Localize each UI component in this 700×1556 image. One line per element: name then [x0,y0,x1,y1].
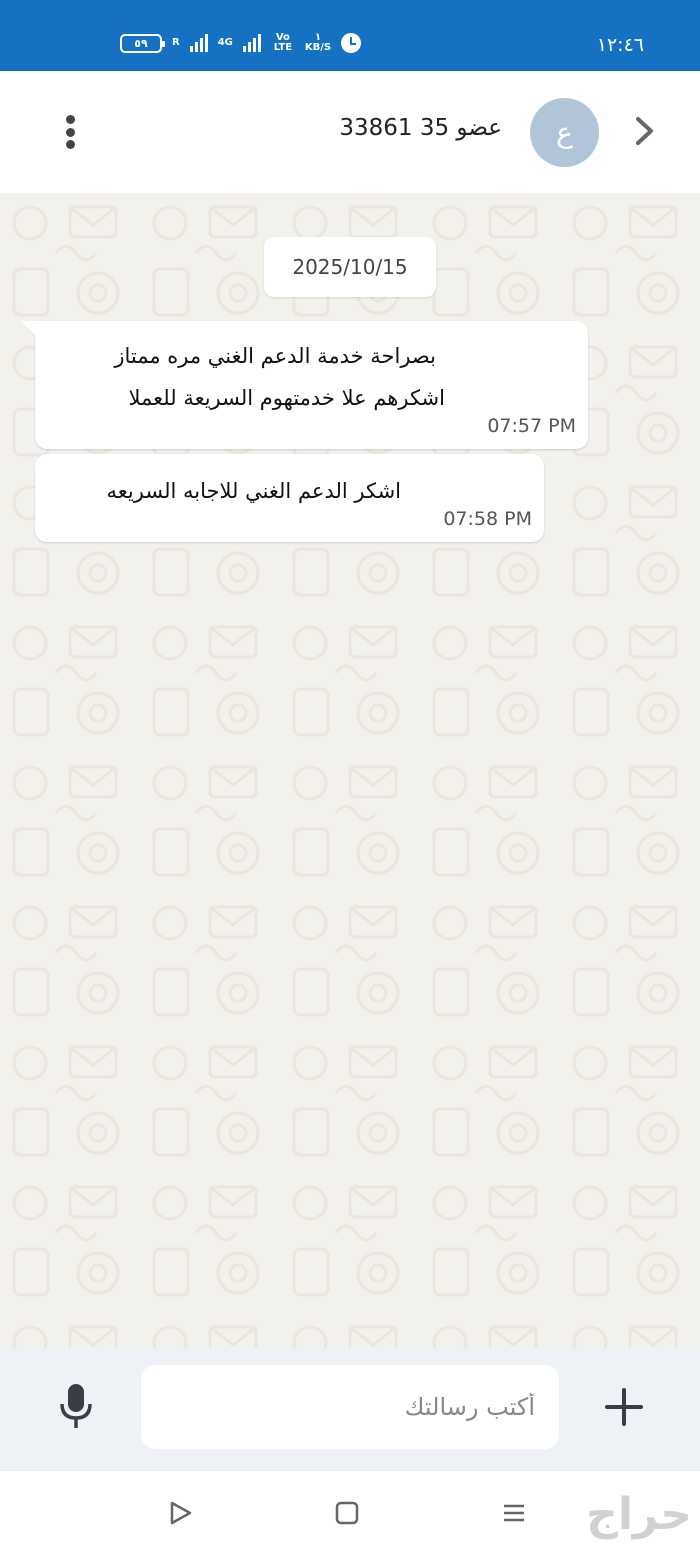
message-composer [0,1348,700,1470]
hamburger-icon [504,1504,524,1522]
volte-indicator: Vo LTE [273,32,293,53]
square-icon [335,1501,359,1525]
message-bubble[interactable]: اشكر الدعم الغني للاجابه السريعه 07:58 P… [35,454,544,542]
watermark-logo: حراج [586,1489,692,1540]
status-time: ١٢:٤٦ [596,34,644,56]
contact-name[interactable]: عضو 35 33861 [339,115,502,141]
plus-icon [605,1388,643,1426]
nav-back-button[interactable] [166,1499,194,1527]
battery-level: ٥٩ [134,36,148,50]
date-separator: 2025/10/15 [264,237,436,297]
back-button[interactable] [630,111,660,151]
microphone-icon [60,1384,92,1428]
microphone-button[interactable] [56,1382,96,1432]
data-speed-unit: KB/S [304,42,332,53]
signal-icon [189,34,208,52]
attach-button[interactable] [603,1386,645,1428]
avatar[interactable]: ع [530,98,599,167]
message-bubble[interactable]: بصراحة خدمة الدعم الغني مره ممتاز اشكرهم… [21,321,588,449]
system-nav-bar: حراج [0,1470,700,1556]
message-text: بصراحة خدمة الدعم الغني مره ممتاز [114,344,436,368]
message-text: اشكرهم علا خدمتهوم السريعة للعملا [128,386,446,410]
nav-home-button[interactable] [333,1499,361,1527]
menu-dot [65,115,75,124]
play-triangle-icon [170,1501,192,1525]
status-bar: ٥٩ R 4G Vo LTE ١ KB/S ١٢:٤٦ [0,0,700,71]
menu-dot [65,127,75,137]
data-speed: ١ KB/S [305,33,331,53]
message-input[interactable] [141,1365,559,1449]
roaming-indicator: R [172,37,180,48]
signal-icon-2 [242,34,261,52]
nav-recents-button[interactable] [500,1499,528,1527]
battery-icon: ٥٩ [120,33,165,53]
more-options-button[interactable] [55,111,85,153]
network-type: 4G [217,37,233,48]
alarm-icon [341,33,362,53]
message-time: 07:58 PM [443,508,532,530]
message-time: 07:57 PM [487,415,576,437]
chat-header: عضو 35 33861 ع [0,71,700,193]
status-icons: ٥٩ R 4G Vo LTE ١ KB/S [120,32,362,53]
chevron-right-icon [636,117,653,145]
message-text: اشكر الدعم الغني للاجابه السريعه [106,479,401,503]
chat-area[interactable]: 2025/10/15 بصراحة خدمة الدعم الغني مره م… [0,193,700,1348]
menu-dot [65,140,75,149]
